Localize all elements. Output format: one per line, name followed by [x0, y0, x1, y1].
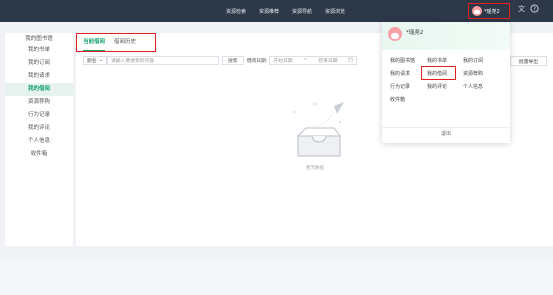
field-select[interactable]: 题名 ⌄	[83, 56, 107, 65]
sidebar-item-profile[interactable]: 个人信息	[5, 135, 73, 148]
batch-export-button[interactable]: 批量导出	[510, 56, 547, 66]
dropdown-item-purchase-suggest[interactable]: 资源荐购	[463, 70, 483, 77]
dropdown-user-name: *瑶尧2	[406, 30, 424, 36]
avatar	[472, 6, 482, 16]
filter-bar: 题名 ⌄ 请输入要搜索的内容 搜索 借阅日期: 开始日期 ~ 结束日期	[83, 56, 358, 65]
chevron-down-icon: ⌄	[98, 58, 103, 63]
avatar	[388, 27, 402, 41]
date-range-picker[interactable]: 开始日期 ~ 结束日期	[269, 56, 358, 65]
user-menu-trigger[interactable]: *瑶尧2	[468, 3, 510, 19]
dropdown-item-subscriptions[interactable]: 我的订阅	[463, 57, 483, 64]
tabs: 当前借阅 借阅历史	[76, 33, 156, 52]
dropdown-item-profile[interactable]: 个人信息	[463, 83, 483, 90]
dropdown-item-booklist[interactable]: 我的书单	[427, 57, 447, 64]
footer	[0, 261, 553, 295]
nav-resource-navigation[interactable]: 资源导航	[292, 8, 312, 15]
sidebar-item-inbox[interactable]: 收件箱	[5, 148, 73, 161]
tab-borrowing-history[interactable]: 借阅历史	[114, 34, 136, 51]
search-button[interactable]: 搜索	[222, 56, 244, 65]
start-date-input[interactable]: 开始日期	[273, 57, 292, 64]
nav-resource-browse[interactable]: 资源浏览	[325, 8, 345, 15]
dropdown-item-inbox[interactable]: 收件箱	[390, 96, 405, 103]
nav-resource-recommend[interactable]: 资源推荐	[259, 8, 279, 15]
sidebar-item-activity-log[interactable]: 行为记录	[5, 109, 73, 122]
calendar-icon	[348, 57, 354, 64]
end-date-input[interactable]: 结束日期	[318, 57, 337, 64]
dropdown-item-comments[interactable]: 我的评论	[427, 83, 447, 90]
dropdown-header: *瑶尧2	[382, 22, 510, 50]
nav-resource-search[interactable]: 资源检索	[226, 8, 246, 15]
top-bar: 资源检索 资源推荐 资源导航 资源浏览 *瑶尧2 文 ?	[0, 0, 553, 22]
sidebar-title[interactable]: 我的图书馆	[5, 35, 73, 44]
date-label: 借阅日期:	[246, 59, 268, 64]
field-select-value: 题名	[87, 59, 97, 64]
translate-icon[interactable]: 文	[518, 4, 525, 14]
sidebar-item-borrowing[interactable]: 我的借阅	[5, 83, 73, 96]
tab-current-borrowing[interactable]: 当前借阅	[83, 34, 106, 51]
svg-text:?: ?	[533, 6, 536, 12]
user-name: *瑶尧2	[484, 8, 500, 15]
sidebar-item-comments[interactable]: 我的评论	[5, 122, 73, 135]
dropdown-divider	[382, 127, 510, 128]
highlight-box	[421, 66, 456, 80]
dropdown-item-activity-log[interactable]: 行为记录	[390, 83, 410, 90]
logout-button[interactable]: 退出	[382, 130, 510, 137]
sidebar: 我的图书馆 我的书单 我的订阅 我的请求 我的借阅 资源荐购 行为记录 我的评论…	[5, 33, 73, 246]
dropdown-item-requests[interactable]: 我的请求	[390, 70, 410, 77]
sidebar-item-subscriptions[interactable]: 我的订阅	[5, 57, 73, 70]
date-separator: ~	[303, 58, 308, 63]
empty-text: 暂无数据	[306, 166, 324, 171]
help-icon[interactable]: ?	[530, 4, 539, 15]
sidebar-item-requests[interactable]: 我的请求	[5, 70, 73, 83]
search-input[interactable]: 请输入要搜索的内容	[107, 56, 219, 65]
sidebar-item-booklist[interactable]: 我的书单	[5, 44, 73, 57]
sidebar-item-purchase-suggest[interactable]: 资源荐购	[5, 96, 73, 109]
top-nav: 资源检索 资源推荐 资源导航 资源浏览	[226, 0, 358, 22]
dropdown-item-my-library[interactable]: 我的图书馆	[390, 57, 415, 64]
